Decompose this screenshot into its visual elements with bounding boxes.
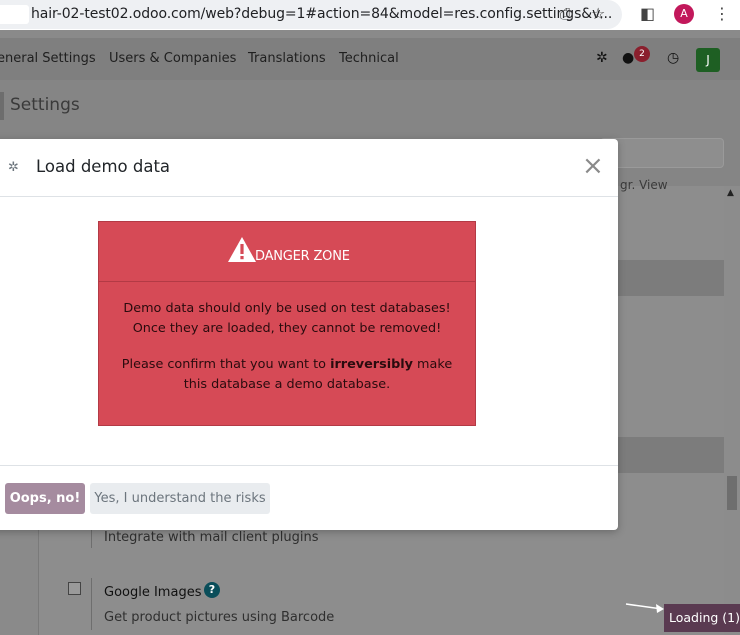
background-text-fragment: gr. View bbox=[620, 178, 668, 192]
chat-count-badge: 2 bbox=[634, 46, 650, 62]
debug-bug-icon[interactable]: ✲ bbox=[596, 50, 608, 66]
danger-paragraph-1: Demo data should only be used on test da… bbox=[123, 301, 451, 336]
bookmark-star-icon[interactable]: ☆ bbox=[591, 4, 605, 23]
nav-technical[interactable]: Technical bbox=[339, 51, 399, 66]
chat-icon[interactable]: ● bbox=[622, 50, 634, 66]
nav-translations[interactable]: Translations bbox=[248, 51, 326, 66]
browser-chrome: ⚙ hair-02-test02.odoo.com/web?debug=1#ac… bbox=[0, 0, 740, 30]
load-demo-data-dialog: ✲ Load demo data × DANGER ZONE Demo data… bbox=[0, 139, 618, 530]
danger-zone-header: DANGER ZONE bbox=[99, 222, 475, 282]
scroll-up-arrow-icon[interactable]: ▲ bbox=[727, 188, 734, 198]
browser-menu-icon[interactable]: ⋮ bbox=[714, 4, 730, 23]
pointer-arrow-icon bbox=[625, 603, 664, 613]
side-panel-icon[interactable]: ◧ bbox=[640, 4, 655, 23]
profile-avatar[interactable]: A bbox=[674, 4, 694, 24]
modal-footer: Oops, no! Yes, I understand the risks bbox=[0, 465, 618, 530]
danger-zone-alert: DANGER ZONE Demo data should only be use… bbox=[98, 221, 476, 426]
crumb-divider bbox=[0, 92, 4, 120]
close-icon[interactable]: × bbox=[582, 151, 604, 181]
warning-triangle-icon bbox=[228, 237, 256, 262]
url-text[interactable]: hair-02-test02.odoo.com/web?debug=1#acti… bbox=[31, 6, 612, 22]
modal-header: ✲ Load demo data × bbox=[0, 139, 618, 197]
page-title: Settings bbox=[10, 95, 80, 115]
odoo-navbar: eneral Settings Users & Companies Transl… bbox=[0, 38, 740, 80]
confirm-button[interactable]: Yes, I understand the risks bbox=[90, 483, 270, 514]
setting-description: Get product pictures using Barcode bbox=[104, 610, 335, 625]
danger-zone-title: DANGER ZONE bbox=[255, 249, 350, 264]
settings-search-input[interactable] bbox=[600, 138, 724, 168]
setting-divider bbox=[91, 578, 92, 630]
nav-users-companies[interactable]: Users & Companies bbox=[109, 51, 236, 66]
install-app-icon[interactable]: ⎙ bbox=[560, 4, 573, 24]
setting-divider bbox=[91, 528, 92, 548]
emphasis-text: irreversibly bbox=[330, 357, 413, 372]
scroll-thumb[interactable] bbox=[727, 476, 737, 510]
danger-paragraph-2: Please confirm that you want to irrevers… bbox=[121, 357, 453, 392]
google-images-checkbox[interactable] bbox=[68, 582, 81, 595]
user-avatar[interactable]: J bbox=[696, 48, 720, 72]
help-icon[interactable]: ? bbox=[204, 582, 220, 598]
loading-indicator: Loading (1) bbox=[664, 604, 740, 632]
scrollbar[interactable] bbox=[724, 186, 740, 635]
modal-title: Load demo data bbox=[36, 157, 171, 176]
setting-description: Integrate with mail client plugins bbox=[104, 530, 319, 545]
debug-bug-icon: ✲ bbox=[8, 160, 19, 175]
url-redaction bbox=[0, 5, 29, 24]
activity-clock-icon[interactable]: ◷ bbox=[667, 50, 679, 66]
nav-general-settings[interactable]: eneral Settings bbox=[0, 51, 96, 66]
address-bar[interactable]: ⚙ hair-02-test02.odoo.com/web?debug=1#ac… bbox=[0, 0, 622, 29]
setting-title: Google Images bbox=[104, 585, 202, 600]
cancel-button[interactable]: Oops, no! bbox=[5, 483, 85, 514]
